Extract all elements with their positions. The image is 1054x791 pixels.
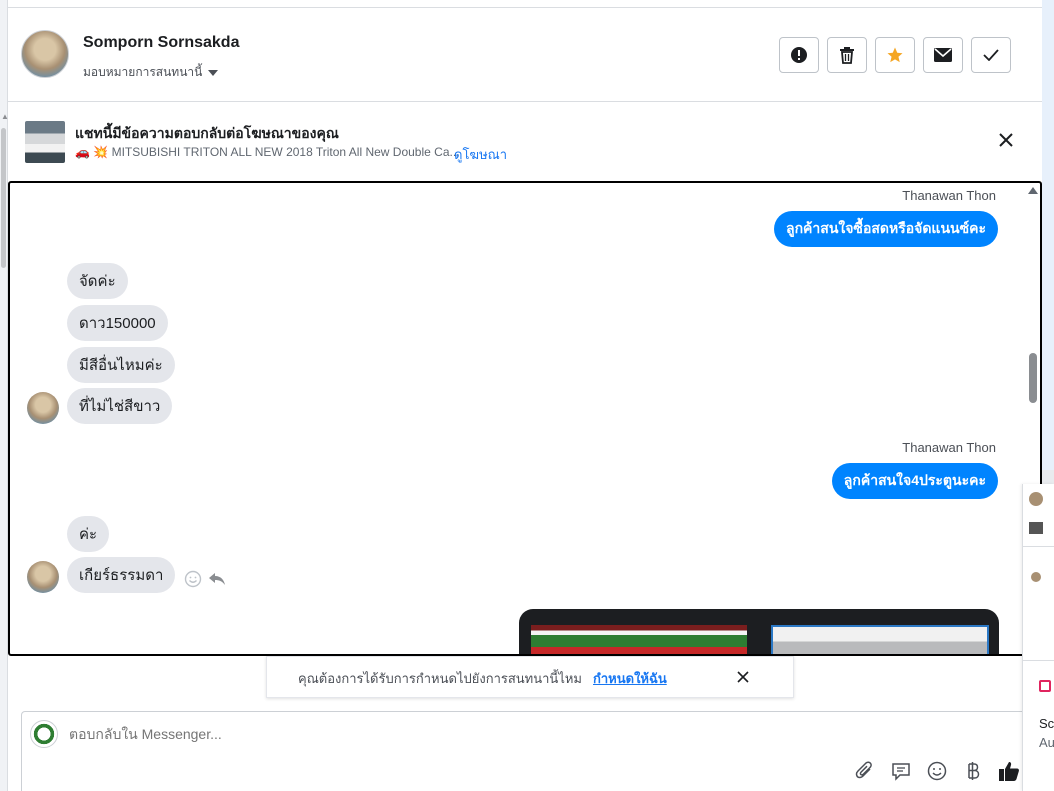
header-actions xyxy=(779,37,1011,73)
sender-name: Thanawan Thon xyxy=(902,188,996,203)
scroll-up-arrow-icon[interactable] xyxy=(1028,187,1038,194)
ad-banner-title: แชทนี้มีข้อความตอบกลับต่อโฆษณาของคุณ xyxy=(75,125,339,141)
composer-tools xyxy=(854,760,1020,782)
emoji-icon xyxy=(927,761,947,781)
star-icon xyxy=(887,47,903,63)
page-scroll-thumb[interactable] xyxy=(1,128,6,268)
quick-reply-icon xyxy=(892,763,910,781)
incoming-message[interactable]: เกียร์ธรรมดา xyxy=(67,557,176,593)
contact-name[interactable]: Somporn Sornsakda xyxy=(83,34,239,52)
trash-icon xyxy=(840,47,854,64)
thread-scroll-thumb[interactable] xyxy=(1029,353,1037,403)
delete-button[interactable] xyxy=(827,37,867,73)
like-icon xyxy=(999,762,1019,781)
ad-image-1[interactable] xyxy=(531,625,747,654)
reply-icon[interactable] xyxy=(208,571,226,587)
side-avatar xyxy=(1029,492,1043,506)
assign-to-me-link[interactable]: กำหนดให้ฉัน xyxy=(593,668,667,689)
spam-icon xyxy=(791,47,807,63)
ad-subtitle-text: MITSUBISHI TRITON ALL NEW 2018 Triton Al… xyxy=(111,145,460,159)
contact-avatar-small xyxy=(27,561,59,593)
star-button[interactable] xyxy=(875,37,915,73)
mark-spam-button[interactable] xyxy=(779,37,819,73)
attach-button[interactable] xyxy=(854,760,876,782)
incoming-message[interactable]: มีสีอื่นไหมค่ะ xyxy=(67,347,175,383)
payment-button[interactable] xyxy=(962,760,984,782)
contact-avatar-small xyxy=(27,392,59,424)
dismiss-prompt-button[interactable] xyxy=(736,670,750,684)
caret-down-icon xyxy=(208,69,219,76)
car-icon: 🚗 xyxy=(75,145,90,159)
baht-icon xyxy=(968,762,980,780)
close-icon xyxy=(737,671,749,683)
assign-prompt-text: คุณต้องการได้รับการกำหนดไปยังการสนทนานี้… xyxy=(298,671,582,686)
incoming-message[interactable]: ดาว150000 xyxy=(67,305,168,341)
check-icon xyxy=(983,49,999,61)
ad-reply-banner: แชทนี้มีข้อความตอบกลับต่อโฆษณาของคุณ 🚗 💥… xyxy=(8,102,1042,180)
page-logo xyxy=(30,720,58,748)
quick-reply-button[interactable] xyxy=(890,760,912,782)
emoji-button[interactable] xyxy=(926,760,948,782)
like-button[interactable] xyxy=(998,760,1020,782)
assign-prompt: คุณต้องการได้รับการกำหนดไปยังการสนทนานี้… xyxy=(266,656,794,698)
message-thread[interactable]: Thanawan Thon ลูกค้าสนใจซื้อสดหรือจัดแนน… xyxy=(8,181,1042,656)
sender-name: Thanawan Thon xyxy=(902,440,996,455)
attach-icon xyxy=(855,761,872,779)
incoming-message[interactable]: ที่ไม่ไช่สีขาว xyxy=(67,388,173,424)
sparkle-icon: 💥 xyxy=(93,145,109,159)
inbox-app: ▲ Somporn Sornsakda มอบหมายการสนทนานี้ แ… xyxy=(0,0,1054,791)
ad-banner-subtitle: 🚗 💥 MITSUBISHI TRITON ALL NEW 2018 Trito… xyxy=(75,145,460,159)
mark-done-button[interactable] xyxy=(971,37,1011,73)
incoming-message[interactable]: จัดค่ะ xyxy=(67,263,128,299)
conversation-header: Somporn Sornsakda มอบหมายการสนทนานี้ xyxy=(8,8,1042,102)
close-banner-button[interactable] xyxy=(996,130,1016,150)
ad-thumbnail[interactable] xyxy=(25,121,65,163)
message-tools xyxy=(184,570,226,588)
side-panel-peek: Scr Au xyxy=(1022,484,1054,791)
close-icon xyxy=(999,133,1013,147)
assign-label: มอบหมายการสนทนานี้ xyxy=(83,65,203,79)
react-emoji-icon[interactable] xyxy=(184,570,202,588)
page-scrollbar[interactable]: ▲ xyxy=(0,0,9,791)
envelope-icon xyxy=(934,48,952,62)
mark-unread-button[interactable] xyxy=(923,37,963,73)
ad-image-2[interactable] xyxy=(771,625,989,654)
reply-input[interactable] xyxy=(69,726,769,742)
side-text-1: Scr xyxy=(1039,716,1054,731)
outgoing-message[interactable]: ลูกค้าสนใจซื้อสดหรือจัดแนนซ์คะ xyxy=(774,211,998,247)
side-text-2: Au xyxy=(1039,735,1054,750)
side-thumbnail xyxy=(1029,522,1043,534)
reply-composer xyxy=(21,711,1042,791)
contact-avatar[interactable] xyxy=(21,30,69,78)
assign-dropdown[interactable]: มอบหมายการสนทนานี้ xyxy=(83,63,219,82)
side-app-icon xyxy=(1039,680,1051,692)
outgoing-message[interactable]: ลูกค้าสนใจ4ประตูนะคะ xyxy=(831,463,998,499)
view-ad-link[interactable]: ดูโฆษณา xyxy=(454,144,507,165)
incoming-message[interactable]: ค่ะ xyxy=(67,516,110,552)
image-attachment[interactable] xyxy=(519,609,999,654)
side-avatar xyxy=(1031,572,1041,582)
